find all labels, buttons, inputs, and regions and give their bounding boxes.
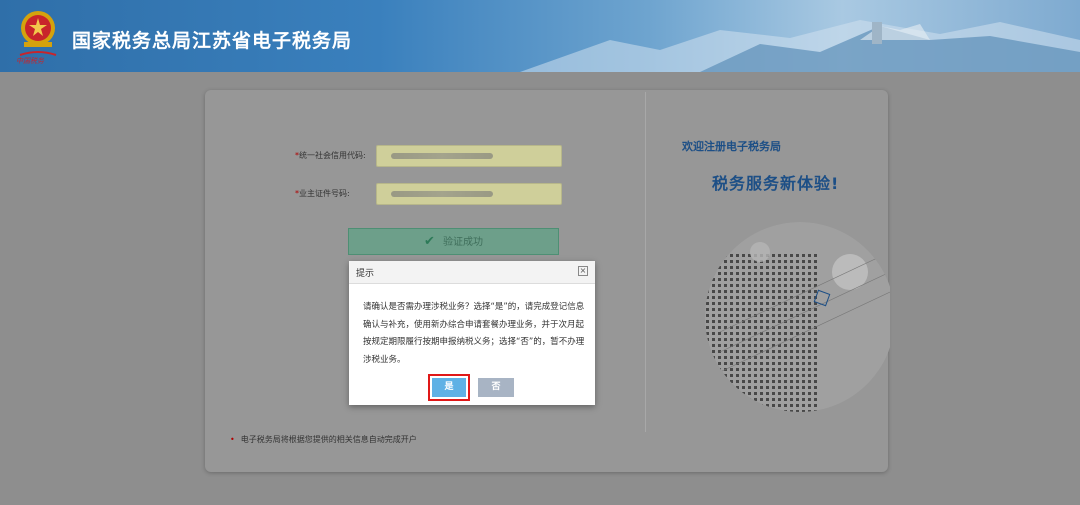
welcome-slogan: 税务服务新体验!: [712, 174, 840, 193]
id-number-label-text: 业主证件号码:: [299, 189, 350, 198]
credit-code-input[interactable]: [376, 145, 562, 167]
id-number-input[interactable]: [376, 183, 562, 205]
credit-code-label-text: 统一社会信用代码:: [299, 151, 366, 160]
dialog-message: 请确认是否需办理涉税业务？选择“是”的，请完成登记信息确认与补充，使用新办综合申…: [363, 302, 585, 365]
check-icon: ✔: [424, 234, 435, 249]
id-number-label: *业主证件号码:: [295, 188, 350, 199]
confirm-dialog: 提示 × 请确认是否需办理涉税业务？选择“是”的，请完成登记信息确认与补充，使用…: [349, 261, 595, 405]
verify-success-button[interactable]: ✔ 验证成功: [348, 228, 559, 255]
credit-code-label: *统一社会信用代码:: [295, 150, 366, 161]
auto-account-note: • 电子税务局将根据您提供的相关信息自动完成开户: [230, 434, 417, 445]
site-title: 国家税务总局江苏省电子税务局: [72, 30, 353, 52]
dialog-title: 提示: [356, 269, 375, 279]
welcome-title: 欢迎注册电子税务局: [682, 140, 781, 153]
redacted-value: [391, 191, 493, 197]
no-button[interactable]: 否: [478, 378, 514, 397]
digital-globe-graphic: [705, 222, 890, 412]
site-header: 中国税务 国家税务总局江苏省电子税务局: [0, 0, 1080, 72]
yes-button[interactable]: 是: [432, 378, 466, 397]
close-icon[interactable]: ×: [578, 266, 588, 276]
emblem-motto: 中国税务: [16, 57, 44, 65]
redacted-value: [391, 153, 493, 159]
dialog-header: 提示 ×: [349, 261, 595, 284]
verify-button-label: 验证成功: [442, 237, 483, 248]
note-bullet: •: [230, 435, 235, 444]
card-divider: [645, 92, 646, 432]
note-text: 电子税务局将根据您提供的相关信息自动完成开户: [240, 435, 417, 444]
